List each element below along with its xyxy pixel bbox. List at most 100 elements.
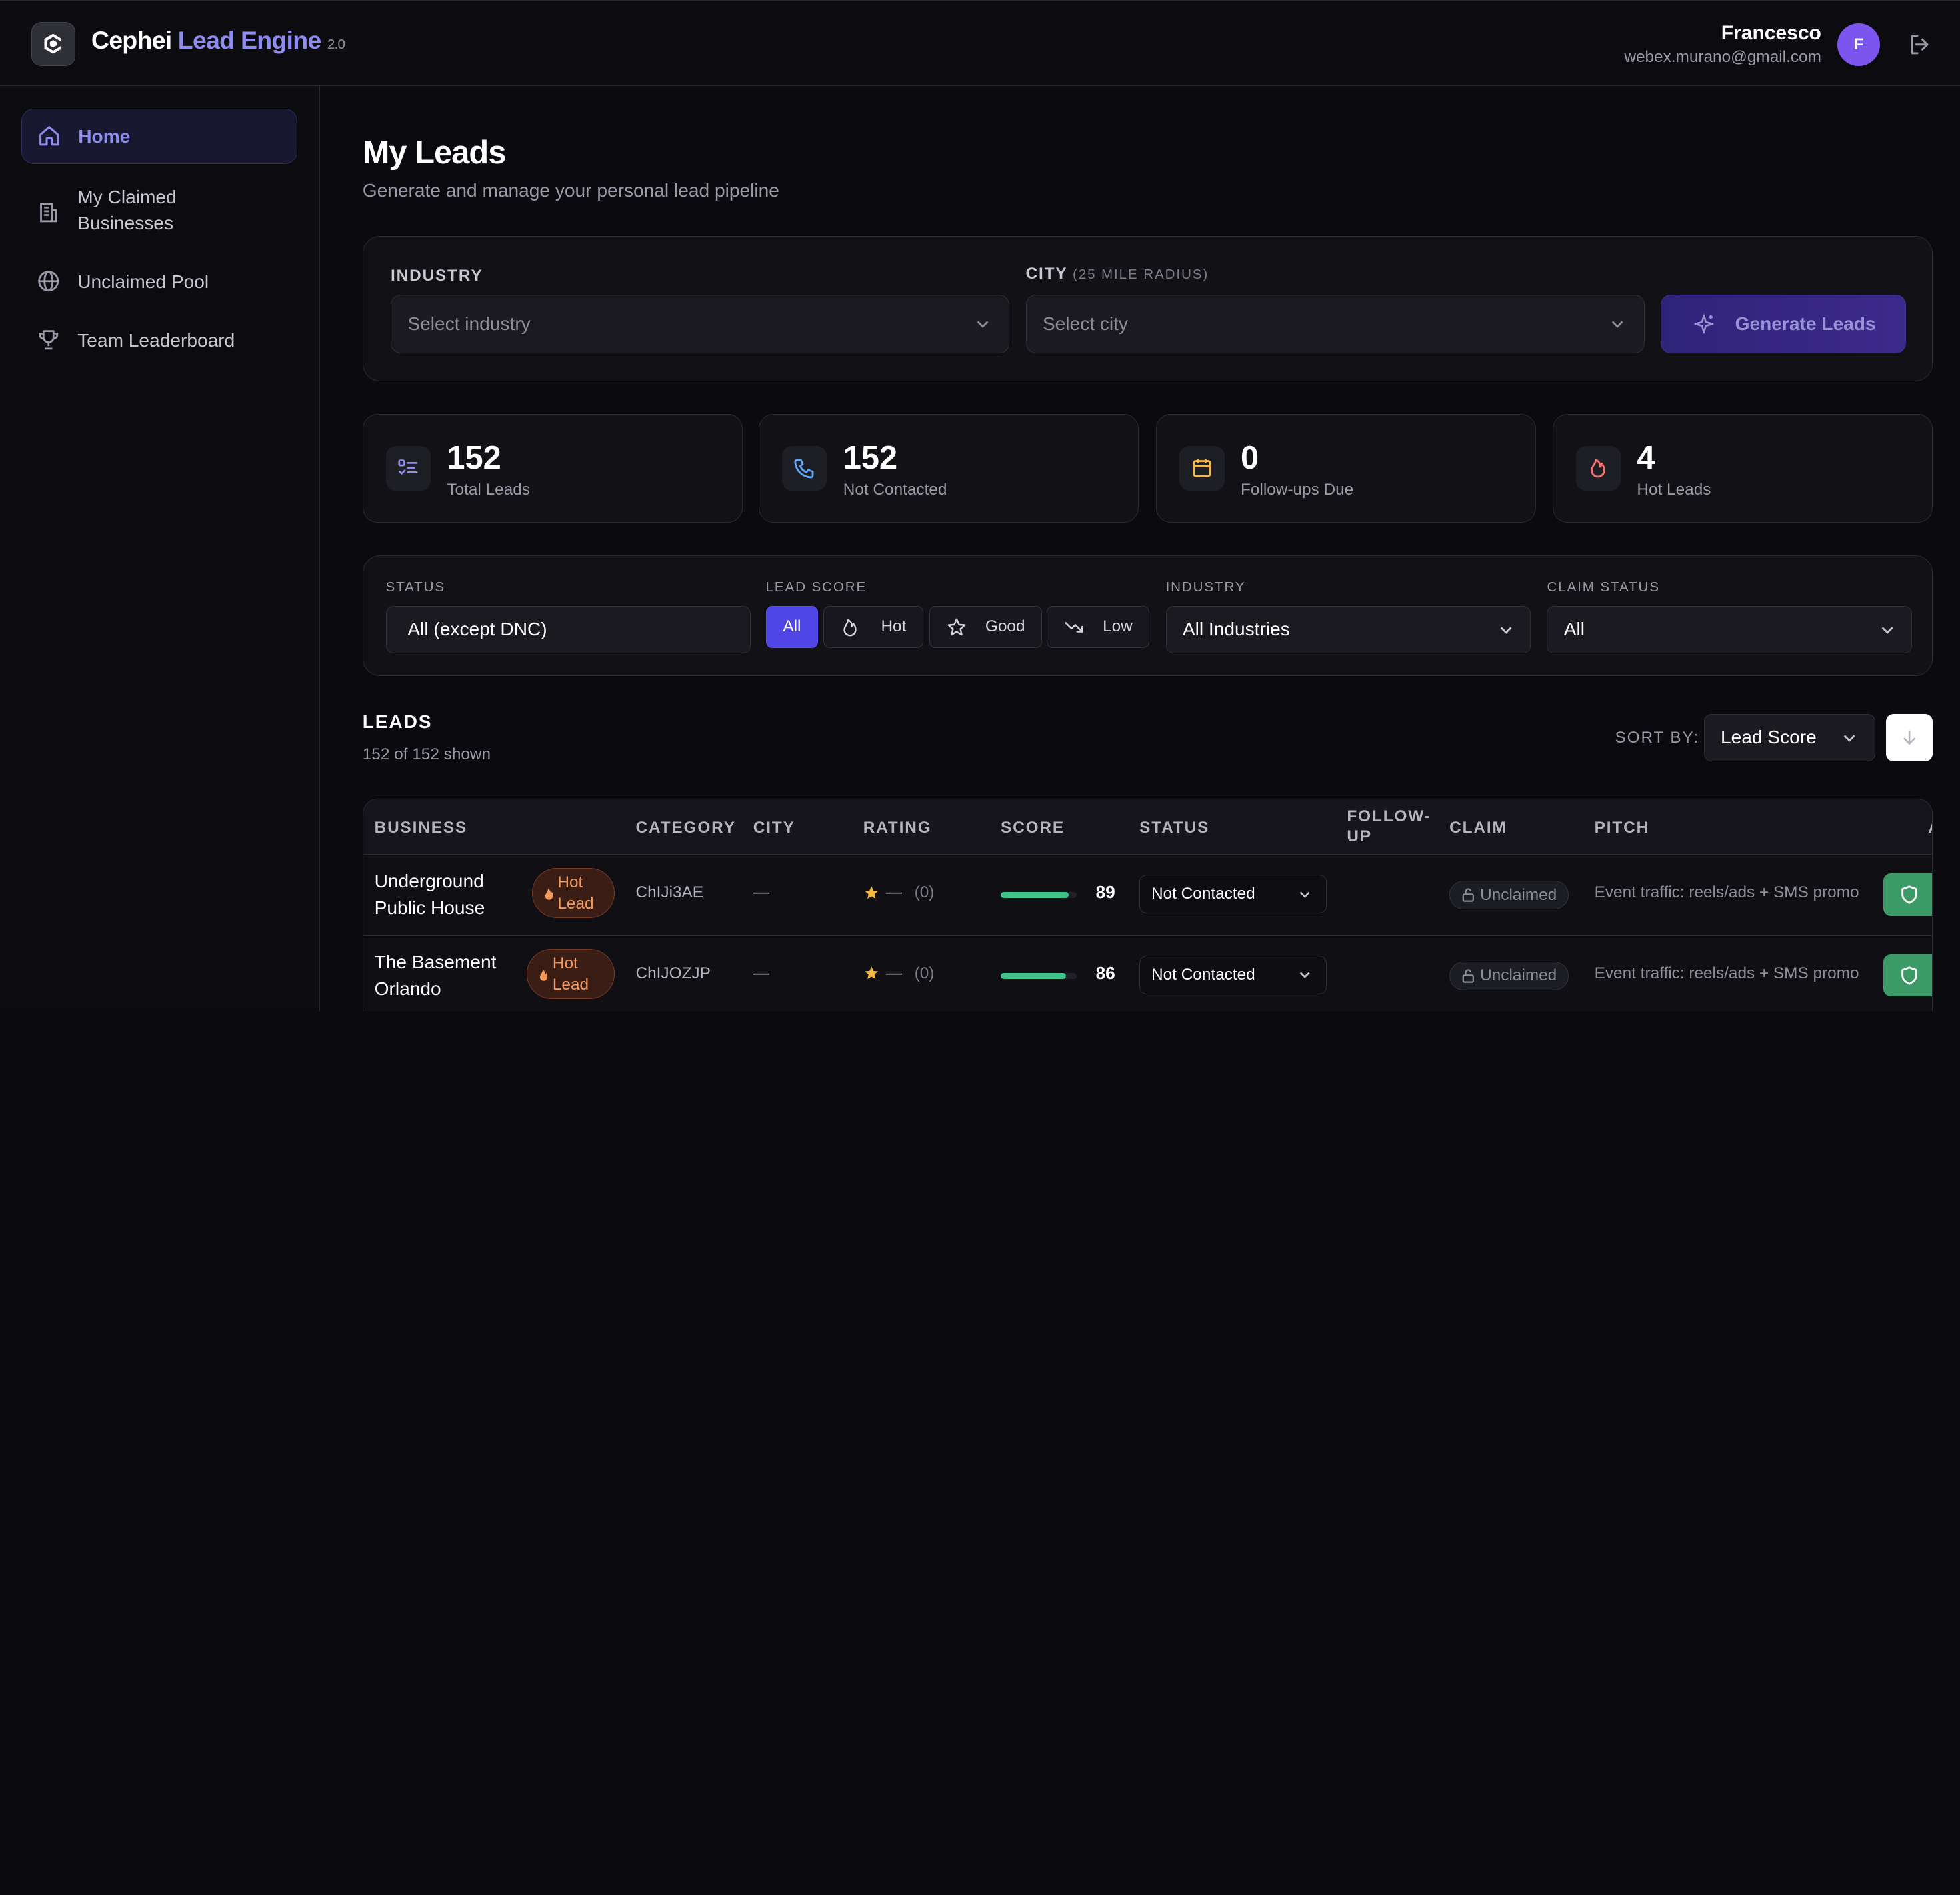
list-check-icon	[385, 445, 431, 491]
page-subtitle: Generate and manage your personal lead p…	[362, 180, 779, 201]
category-cell: ChIJOZJP	[635, 964, 711, 982]
column-header[interactable]: CITY	[753, 818, 795, 838]
city-select[interactable]: Select city	[1025, 294, 1645, 353]
score-filter-hot[interactable]: Hot	[823, 605, 923, 649]
city-label: CITY (25 MILE RADIUS)	[1025, 264, 1209, 283]
score-filter-label: Good	[985, 617, 1025, 636]
sidebar-item-home[interactable]: Home	[21, 109, 298, 164]
table-header: BUSINESS CATEGORY CITY RATING SCORE STAT…	[363, 799, 1932, 855]
table-row[interactable]: The Basement Orlando Hot Lead ChIJOZJP —…	[363, 936, 1932, 1011]
sidebar-item-team-leaderboard[interactable]: Team Leaderboard	[21, 325, 297, 355]
phone-icon	[781, 445, 827, 491]
pitch-cell: Event traffic: reels/ads + SMS promo	[1594, 883, 1859, 901]
status-value: Not Contacted	[1151, 965, 1255, 984]
sidebar-item-claimed-businesses[interactable]: My Claimed Businesses	[21, 184, 297, 241]
business-name[interactable]: Underground Public House	[375, 868, 525, 921]
column-header: A	[1928, 818, 1932, 838]
filter-bar: STATUS All (except DNC) LEAD SCORE All H…	[362, 555, 1933, 677]
stat-card-total-leads: 152 Total Leads	[362, 413, 743, 523]
sidebar-item-unclaimed-pool[interactable]: Unclaimed Pool	[21, 266, 297, 296]
stat-value: 152	[843, 440, 898, 477]
app-window: Cephei Lead Engine 2.0 Francesco webex.mur…	[0, 0, 1960, 1011]
user-email: webex.murano@gmail.com	[1624, 48, 1821, 67]
column-header[interactable]: CATEGORY	[636, 818, 736, 838]
score-filter-label: Low	[1103, 617, 1133, 636]
claim-lead-button[interactable]	[1883, 873, 1932, 916]
score-filter-all[interactable]: All	[765, 605, 819, 649]
industry-filter-value: All Industries	[1182, 619, 1290, 640]
page-title: My Leads	[362, 134, 507, 171]
status-filter-select[interactable]: All (except DNC)	[385, 605, 751, 653]
status-filter-label: STATUS	[385, 579, 445, 595]
column-header[interactable]: FOLLOW-UP	[1347, 807, 1434, 847]
claim-status-label: CLAIM STATUS	[1547, 579, 1660, 595]
industry-select[interactable]: Select industry	[391, 294, 1010, 353]
column-header[interactable]: BUSINESS	[375, 818, 468, 838]
calendar-icon	[1179, 445, 1225, 491]
industry-filter-select[interactable]: All Industries	[1165, 605, 1531, 653]
chevron-down-icon	[1300, 972, 1310, 979]
logout-icon[interactable]	[1907, 32, 1933, 57]
star-icon	[865, 966, 878, 980]
lead-score-label: LEAD SCORE	[765, 579, 867, 595]
claim-status-value: All	[1563, 619, 1585, 640]
score-filter-low[interactable]: Low	[1047, 605, 1150, 649]
rating-value: —	[885, 964, 902, 982]
industry-label: INDUSTRY	[391, 267, 483, 285]
building-icon	[36, 200, 61, 225]
column-header[interactable]: CLAIM	[1449, 818, 1507, 838]
rating-cell: — (0)	[863, 964, 934, 983]
chevron-down-icon	[1881, 627, 1893, 634]
pitch-cell: Event traffic: reels/ads + SMS promo	[1594, 964, 1859, 982]
business-name[interactable]: The Basement Orlando	[375, 949, 525, 1002]
column-header[interactable]: RATING	[863, 818, 932, 838]
score-filter-good[interactable]: Good	[929, 605, 1042, 649]
score-bar	[1001, 891, 1077, 899]
rating-count: (0)	[914, 883, 935, 901]
stat-value: 0	[1241, 440, 1259, 477]
industry-filter-label: INDUSTRY	[1165, 579, 1246, 595]
column-header[interactable]: STATUS	[1139, 818, 1209, 838]
category-cell: ChIJi3AE	[635, 883, 704, 901]
lead-generator-card: INDUSTRY Select industry CITY (25 MILE RA…	[362, 236, 1933, 381]
generate-leads-button[interactable]: Generate Leads	[1661, 294, 1906, 353]
chevron-down-icon	[1843, 735, 1855, 742]
sparkles-icon	[1694, 314, 1714, 334]
shield-icon	[1901, 966, 1917, 985]
claim-label: Unclaimed	[1480, 885, 1557, 904]
claim-status-badge: Unclaimed	[1449, 961, 1569, 990]
city-select-value: Select city	[1042, 313, 1128, 334]
stat-label: Hot Leads	[1637, 481, 1711, 499]
user-name: Francesco	[1721, 21, 1821, 44]
sort-by-value: Lead Score	[1721, 727, 1817, 748]
stat-card-not-contacted: 152 Not Contacted	[759, 413, 1139, 523]
brand-secondary: Lead Engine	[177, 25, 321, 54]
sidebar-item-label: Team Leaderboard	[77, 330, 235, 351]
sidebar: Home My Claimed Businesses Unclaimed Poo…	[0, 86, 320, 1011]
table-row[interactable]: Underground Public House Hot Lead ChIJi3…	[363, 855, 1932, 936]
chevron-down-icon	[977, 321, 989, 328]
stat-card-follow-ups-due: 0 Follow-ups Due	[1156, 413, 1537, 523]
claim-lead-button[interactable]	[1883, 954, 1932, 997]
claim-label: Unclaimed	[1480, 966, 1557, 985]
avatar[interactable]: F	[1837, 23, 1880, 66]
stat-label: Total Leads	[447, 481, 530, 499]
column-header[interactable]: PITCH	[1595, 818, 1649, 838]
column-header[interactable]: SCORE	[1001, 818, 1065, 838]
status-filter-value: All (except DNC)	[407, 619, 547, 640]
stat-card-hot-leads: 4 Hot Leads	[1552, 413, 1933, 523]
score-bar-fill	[1001, 891, 1069, 899]
app-brand: Cephei Lead Engine 2.0	[91, 26, 345, 55]
hot-lead-badge: Hot Lead	[527, 949, 615, 1000]
claim-status-select[interactable]: All	[1547, 605, 1912, 653]
status-select[interactable]: Not Contacted	[1139, 955, 1327, 994]
trending-down-icon	[1065, 622, 1083, 633]
lock-open-icon	[1462, 969, 1474, 983]
sort-direction-button[interactable]	[1886, 713, 1933, 761]
rating-cell: — (0)	[863, 883, 935, 902]
app-version: 2.0	[327, 36, 345, 52]
city-radius-hint: (25 MILE RADIUS)	[1073, 266, 1209, 282]
flame-icon	[843, 619, 857, 637]
status-select[interactable]: Not Contacted	[1139, 874, 1327, 913]
sort-by-select[interactable]: Lead Score	[1703, 713, 1875, 761]
